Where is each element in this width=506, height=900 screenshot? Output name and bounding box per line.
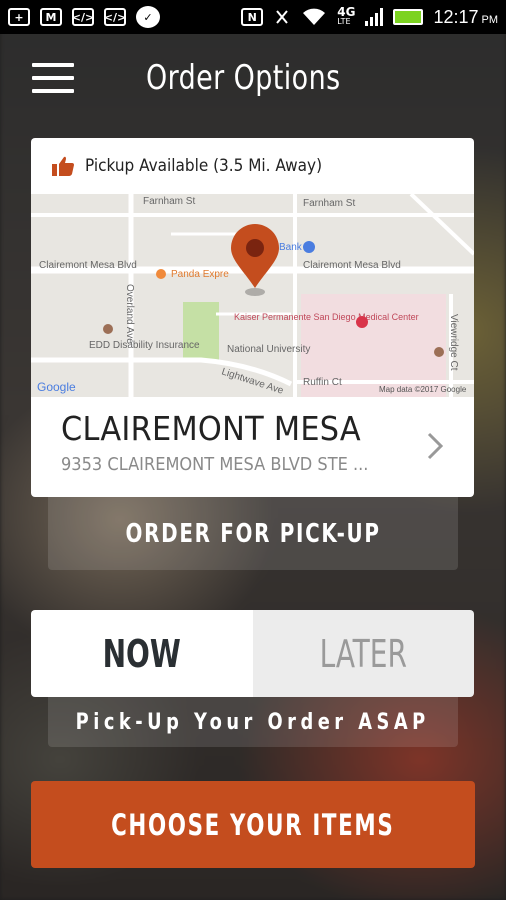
map-place-label: EDD Disability Insurance <box>89 340 200 351</box>
timing-toggle: NOW LATER <box>31 610 474 697</box>
pickup-status-text: Pickup Available (3.5 Mi. Away) <box>85 156 323 176</box>
map-place-label: Kaiser Permanente San Diego Medical Cent… <box>234 312 419 322</box>
chevron-right-icon <box>427 432 444 460</box>
map-place-label: Bank <box>279 242 303 253</box>
timing-description-panel: Pick-Up Your Order ASAP <box>48 697 458 747</box>
map-place-label: National University <box>227 344 310 355</box>
pickup-status-row: Pickup Available (3.5 Mi. Away) <box>31 138 474 194</box>
map-place-label: Panda Expre <box>171 269 229 280</box>
hamburger-menu-icon[interactable] <box>32 63 74 93</box>
signal-icon <box>365 8 384 26</box>
toggle-now-label: NOW <box>102 631 181 676</box>
status-bar: + M </> </> ✓ N 4G LTE 12:17 PM <box>0 0 506 34</box>
mute-icon <box>276 10 289 24</box>
order-for-pickup-button[interactable]: ORDER FOR PICK-UP <box>48 497 458 570</box>
plus-icon: + <box>8 8 30 26</box>
map-street-label: Clairemont Mesa Blvd <box>39 260 137 271</box>
chat-icon: ✓ <box>136 6 160 28</box>
map-street-label: Overland Ave <box>124 284 135 344</box>
gmail-icon: M <box>40 8 62 26</box>
clock-ampm: PM <box>481 13 499 26</box>
choose-items-label: CHOOSE YOUR ITEMS <box>111 807 395 842</box>
map-street-label: Viewridge Ct <box>448 314 459 371</box>
code-icon: </> <box>104 8 126 26</box>
network-sub-label: LTE <box>337 17 351 26</box>
clock: 12:17 PM <box>433 7 498 28</box>
system-icons: N 4G LTE 12:17 PM <box>241 5 498 28</box>
store-selector[interactable]: CLAIREMONT MESA 9353 CLAIREMONT MESA BLV… <box>31 397 474 497</box>
wifi-icon <box>303 8 326 25</box>
page-title: Order Options <box>146 58 341 98</box>
choose-items-button[interactable]: CHOOSE YOUR ITEMS <box>31 781 475 868</box>
store-address: 9353 CLAIREMONT MESA BLVD STE ... <box>61 454 369 475</box>
toggle-now[interactable]: NOW <box>31 610 253 697</box>
map-street-label: Farnham St <box>143 196 195 207</box>
location-map[interactable]: Farnham St Farnham St Clairemont Mesa Bl… <box>31 194 474 397</box>
toggle-later[interactable]: LATER <box>252 610 474 697</box>
map-street-label: Clairemont Mesa Blvd <box>303 260 401 271</box>
map-graphic: Farnham St Farnham St Clairemont Mesa Bl… <box>31 194 474 397</box>
store-name: CLAIREMONT MESA <box>61 409 361 448</box>
battery-icon <box>393 9 424 25</box>
map-street-label: Farnham St <box>303 198 355 209</box>
network-type: 4G LTE <box>337 5 356 27</box>
location-card: Pickup Available (3.5 Mi. Away) Farnham … <box>31 138 474 497</box>
timing-description: Pick-Up Your Order ASAP <box>75 709 431 735</box>
toggle-later-label: LATER <box>319 631 407 676</box>
thumbs-up-icon <box>52 156 74 176</box>
code-icon: </> <box>72 8 94 26</box>
network-label: 4G <box>337 5 356 19</box>
nfc-icon: N <box>241 8 264 26</box>
map-attribution: Map data ©2017 Google <box>379 385 467 394</box>
notification-icons: + M </> </> ✓ <box>8 6 160 28</box>
order-for-pickup-label: ORDER FOR PICK-UP <box>125 518 381 549</box>
clock-time: 12:17 <box>433 6 479 27</box>
google-logo: Google <box>37 380 76 394</box>
map-street-label: Ruffin Ct <box>303 377 342 388</box>
